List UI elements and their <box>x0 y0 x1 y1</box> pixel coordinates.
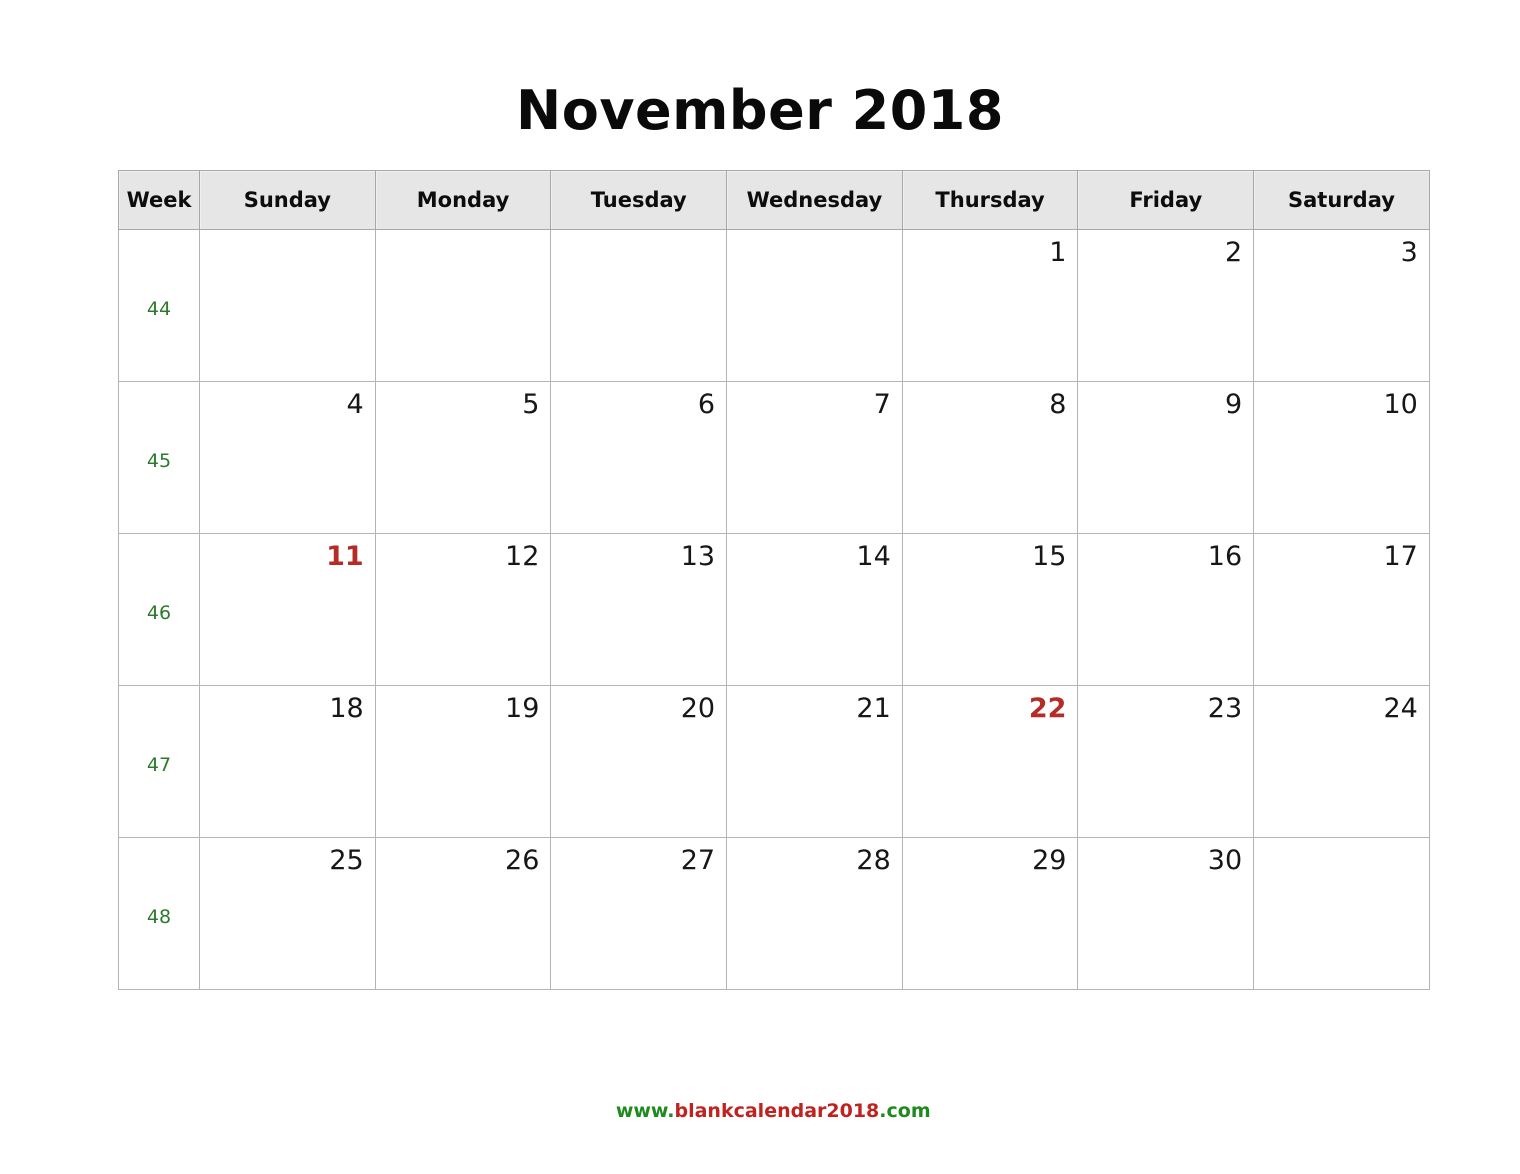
calendar-week-row: 48 25 26 27 28 29 30 <box>118 837 1430 990</box>
day-number: 9 <box>1224 389 1243 420</box>
day-number: 3 <box>1400 237 1418 268</box>
day-cell[interactable] <box>1253 837 1430 990</box>
week-number-cell: 44 <box>118 229 200 382</box>
day-number: 2 <box>1224 237 1243 268</box>
day-cell[interactable]: 27 <box>550 837 728 990</box>
day-cell[interactable]: 8 <box>901 381 1079 534</box>
day-number: 20 <box>680 693 716 724</box>
calendar-page: November 2018 Week Sunday Monday Tuesday… <box>0 0 1520 1174</box>
day-number: 11 <box>326 541 364 572</box>
day-cell[interactable]: 23 <box>1077 685 1255 838</box>
day-cell[interactable]: 5 <box>374 381 552 534</box>
footer-prefix: www. <box>615 1100 675 1122</box>
week-number-cell: 48 <box>118 837 200 990</box>
week-number-cell: 46 <box>118 533 200 686</box>
day-number: 22 <box>1028 693 1067 724</box>
calendar-header: Week Sunday Monday Tuesday Wednesday Thu… <box>118 170 1430 230</box>
week-number: 44 <box>146 298 172 320</box>
header-day-monday: Monday <box>374 170 552 230</box>
day-cell[interactable]: 29 <box>901 837 1079 990</box>
day-number: 8 <box>1049 389 1067 420</box>
footer-suffix: .com <box>879 1100 931 1122</box>
calendar-week-row: 44 1 2 3 <box>118 229 1430 382</box>
day-cell[interactable]: 24 <box>1253 685 1430 838</box>
day-number: 28 <box>856 845 891 876</box>
day-cell[interactable]: 1 <box>901 229 1079 382</box>
day-cell[interactable]: 11 <box>199 533 376 686</box>
day-number: 10 <box>1383 389 1418 420</box>
calendar-table: Week Sunday Monday Tuesday Wednesday Thu… <box>118 170 1430 990</box>
calendar-week-row: 45 4 5 6 7 8 9 10 <box>118 381 1430 534</box>
day-cell[interactable] <box>726 229 903 382</box>
week-number-cell: 47 <box>118 685 200 838</box>
day-cell[interactable]: 3 <box>1253 229 1430 382</box>
day-cell[interactable]: 10 <box>1253 381 1430 534</box>
day-cell[interactable] <box>550 229 728 382</box>
week-number: 47 <box>146 754 172 776</box>
day-number: 30 <box>1207 845 1243 876</box>
day-number: 23 <box>1207 693 1243 724</box>
day-number: 6 <box>697 389 716 420</box>
week-number-cell: 45 <box>118 381 200 534</box>
calendar-body: 44 1 2 3 45 4 5 6 7 8 9 10 46 11 12 13 1… <box>118 229 1430 990</box>
week-number: 48 <box>146 906 172 928</box>
day-cell[interactable]: 28 <box>726 837 903 990</box>
day-number: 1 <box>1049 237 1067 268</box>
day-number: 5 <box>522 389 540 420</box>
header-row: Week Sunday Monday Tuesday Wednesday Thu… <box>118 170 1430 230</box>
day-number: 12 <box>505 541 540 572</box>
day-number: 25 <box>329 845 364 876</box>
day-cell[interactable]: 13 <box>550 533 728 686</box>
day-cell[interactable]: 15 <box>901 533 1079 686</box>
day-cell[interactable]: 12 <box>374 533 552 686</box>
header-day-saturday: Saturday <box>1253 170 1430 230</box>
day-cell[interactable]: 17 <box>1253 533 1430 686</box>
header-day-friday: Friday <box>1077 170 1255 230</box>
day-number: 17 <box>1383 541 1418 572</box>
footer-website[interactable]: www.blankcalendar2018.com <box>0 1083 1520 1140</box>
day-cell[interactable]: 20 <box>550 685 728 838</box>
day-cell[interactable]: 4 <box>199 381 376 534</box>
header-day-sunday: Sunday <box>199 170 376 230</box>
header-week: Week <box>118 170 200 230</box>
day-cell[interactable]: 25 <box>199 837 376 990</box>
day-cell[interactable]: 9 <box>1077 381 1255 534</box>
day-cell[interactable]: 6 <box>550 381 728 534</box>
day-number: 24 <box>1383 693 1418 724</box>
day-number: 4 <box>346 389 364 420</box>
day-number: 16 <box>1207 541 1243 572</box>
day-cell[interactable]: 22 <box>901 685 1079 838</box>
day-cell[interactable]: 16 <box>1077 533 1255 686</box>
week-number: 45 <box>146 450 172 472</box>
header-day-thursday: Thursday <box>901 170 1079 230</box>
day-number: 18 <box>329 693 364 724</box>
day-number: 29 <box>1032 845 1067 876</box>
week-number: 46 <box>146 602 172 624</box>
day-number: 19 <box>505 693 540 724</box>
header-day-wednesday: Wednesday <box>726 170 903 230</box>
day-cell[interactable]: 26 <box>374 837 552 990</box>
day-cell[interactable] <box>374 229 552 382</box>
day-number: 21 <box>856 693 891 724</box>
header-day-tuesday: Tuesday <box>550 170 728 230</box>
day-number: 14 <box>856 541 891 572</box>
day-cell[interactable]: 21 <box>726 685 903 838</box>
day-cell[interactable]: 7 <box>726 381 903 534</box>
day-cell[interactable]: 18 <box>199 685 376 838</box>
page-title: November 2018 <box>516 79 1004 142</box>
day-number: 27 <box>680 845 716 876</box>
day-cell[interactable]: 30 <box>1077 837 1255 990</box>
footer-domain: blankcalendar2018 <box>674 1100 880 1122</box>
calendar-week-row: 47 18 19 20 21 22 23 24 <box>118 685 1430 838</box>
day-cell[interactable]: 14 <box>726 533 903 686</box>
calendar-container: Week Sunday Monday Tuesday Wednesday Thu… <box>118 170 1430 990</box>
day-number: 26 <box>505 845 540 876</box>
day-number: 15 <box>1032 541 1067 572</box>
day-cell[interactable]: 19 <box>374 685 552 838</box>
day-cell[interactable]: 2 <box>1077 229 1255 382</box>
day-cell[interactable] <box>199 229 376 382</box>
calendar-week-row: 46 11 12 13 14 15 16 17 <box>118 533 1430 686</box>
day-number: 7 <box>873 389 891 420</box>
day-number: 13 <box>680 541 716 572</box>
